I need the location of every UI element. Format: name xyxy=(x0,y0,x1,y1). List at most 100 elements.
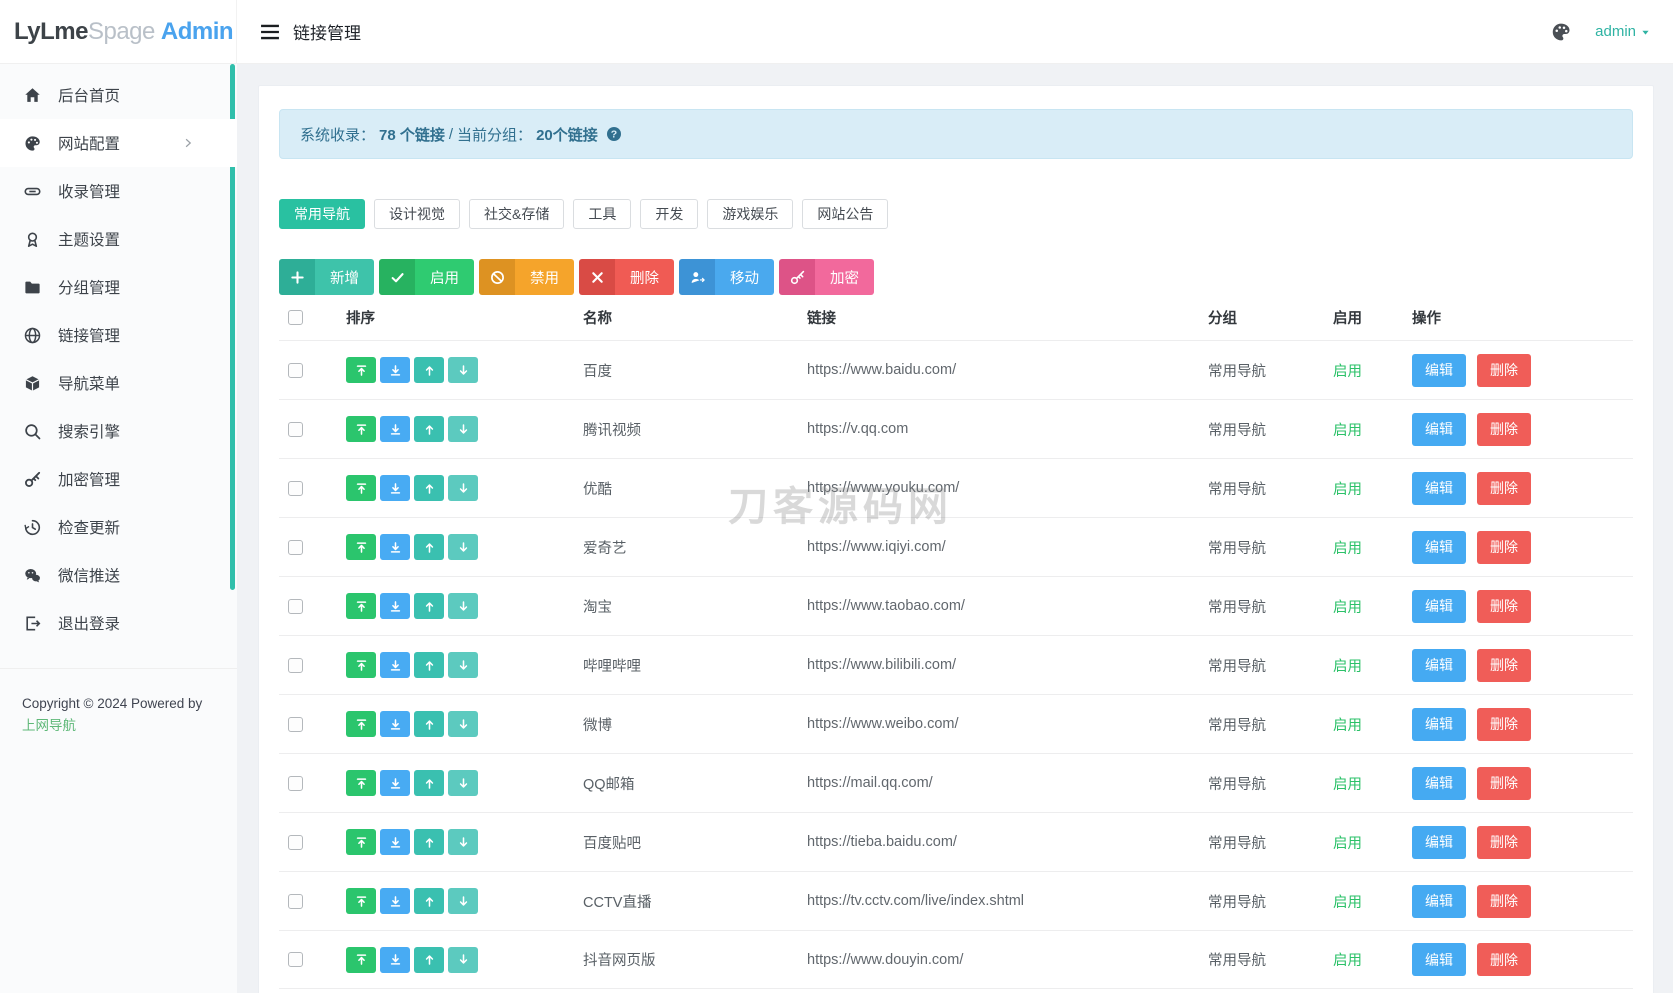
arrow-down-button[interactable] xyxy=(448,416,478,442)
tab-group-2[interactable]: 社交&存储 xyxy=(469,199,565,229)
sidebar-item-home[interactable]: 后台首页 xyxy=(0,71,237,119)
arrow-down-button[interactable] xyxy=(448,770,478,796)
arrow-up-button[interactable] xyxy=(414,711,444,737)
move-bottom-button[interactable] xyxy=(380,534,410,560)
delete-button[interactable]: 删除 xyxy=(1477,943,1532,976)
sidebar-item-links[interactable]: 链接管理 xyxy=(0,311,237,359)
sidebar-item-collect[interactable]: 收录管理 xyxy=(0,167,237,215)
move-top-button[interactable] xyxy=(346,711,376,737)
sidebar-item-wechat-push[interactable]: 微信推送 xyxy=(0,551,237,599)
row-checkbox[interactable] xyxy=(288,598,303,614)
edit-button[interactable]: 编辑 xyxy=(1412,589,1466,623)
edit-button[interactable]: 编辑 xyxy=(1412,943,1466,976)
arrow-up-button[interactable] xyxy=(414,652,444,678)
sidebar-item-search-engine[interactable]: 搜索引擎 xyxy=(0,407,237,455)
tab-group-3[interactable]: 工具 xyxy=(573,199,632,229)
arrow-up-button[interactable] xyxy=(414,888,444,914)
move-bottom-button[interactable] xyxy=(380,652,410,678)
edit-button[interactable]: 编辑 xyxy=(1412,707,1466,741)
edit-button[interactable]: 编辑 xyxy=(1412,825,1466,859)
edit-button[interactable]: 编辑 xyxy=(1412,353,1466,387)
delete-button[interactable]: 删除 xyxy=(1477,412,1532,446)
move-top-button[interactable] xyxy=(346,534,376,560)
arrow-down-button[interactable] xyxy=(448,652,478,678)
move-bottom-button[interactable] xyxy=(380,475,410,501)
tab-group-6[interactable]: 网站公告 xyxy=(802,199,889,229)
move-bottom-button[interactable] xyxy=(380,593,410,619)
arrow-down-button[interactable] xyxy=(448,946,478,973)
row-checkbox[interactable] xyxy=(288,480,303,496)
sidebar-item-theme[interactable]: 主题设置 xyxy=(0,215,237,263)
row-checkbox[interactable] xyxy=(288,834,303,850)
tab-group-5[interactable]: 游戏娱乐 xyxy=(707,199,794,229)
select-all-checkbox[interactable] xyxy=(288,310,303,325)
arrow-down-button[interactable] xyxy=(448,711,478,737)
move-top-button[interactable] xyxy=(346,652,376,678)
edit-button[interactable]: 编辑 xyxy=(1412,530,1466,564)
user-dropdown[interactable]: admin xyxy=(1595,23,1651,40)
arrow-up-button[interactable] xyxy=(414,770,444,796)
move-bottom-button[interactable] xyxy=(380,357,410,383)
tab-group-4[interactable]: 开发 xyxy=(640,199,699,229)
enable-button[interactable]: 启用 xyxy=(379,259,474,295)
move-top-button[interactable] xyxy=(346,888,376,914)
move-top-button[interactable] xyxy=(346,829,376,855)
question-icon[interactable]: ? xyxy=(606,126,622,142)
delete-button[interactable]: 删除 xyxy=(1477,471,1532,505)
arrow-up-button[interactable] xyxy=(414,416,444,442)
arrow-down-button[interactable] xyxy=(448,829,478,855)
edit-button[interactable]: 编辑 xyxy=(1412,766,1466,800)
edit-button[interactable]: 编辑 xyxy=(1412,412,1466,446)
move-button[interactable]: 移动 xyxy=(679,259,774,295)
theme-palette-icon[interactable] xyxy=(1551,22,1571,42)
sidebar-item-nav-menu[interactable]: 导航菜单 xyxy=(0,359,237,407)
edit-button[interactable]: 编辑 xyxy=(1412,884,1466,918)
sidebar-item-encrypt[interactable]: 加密管理 xyxy=(0,455,237,503)
sidebar-item-logout[interactable]: 退出登录 xyxy=(0,599,237,647)
move-bottom-button[interactable] xyxy=(380,770,410,796)
arrow-down-button[interactable] xyxy=(448,888,478,914)
move-bottom-button[interactable] xyxy=(380,829,410,855)
move-bottom-button[interactable] xyxy=(380,711,410,737)
edit-button[interactable]: 编辑 xyxy=(1412,471,1466,505)
encrypt-button[interactable]: 加密 xyxy=(779,259,874,295)
arrow-up-button[interactable] xyxy=(414,593,444,619)
sidebar-item-group[interactable]: 分组管理 xyxy=(0,263,237,311)
move-top-button[interactable] xyxy=(346,475,376,501)
arrow-up-button[interactable] xyxy=(414,357,444,383)
delete-button[interactable]: 删除 xyxy=(579,259,674,295)
move-top-button[interactable] xyxy=(346,416,376,442)
move-top-button[interactable] xyxy=(346,593,376,619)
move-top-button[interactable] xyxy=(346,770,376,796)
disable-button[interactable]: 禁用 xyxy=(479,259,574,295)
delete-button[interactable]: 删除 xyxy=(1477,825,1532,859)
arrow-down-button[interactable] xyxy=(448,534,478,560)
tab-group-0[interactable]: 常用导航 xyxy=(279,199,365,229)
row-checkbox[interactable] xyxy=(288,716,303,732)
edit-button[interactable]: 编辑 xyxy=(1412,648,1466,682)
delete-button[interactable]: 删除 xyxy=(1477,884,1532,918)
arrow-down-button[interactable] xyxy=(448,475,478,501)
delete-button[interactable]: 删除 xyxy=(1477,530,1532,564)
move-bottom-button[interactable] xyxy=(380,888,410,914)
arrow-up-button[interactable] xyxy=(414,829,444,855)
add-button[interactable]: 新增 xyxy=(279,259,374,295)
menu-icon[interactable] xyxy=(259,21,281,43)
arrow-up-button[interactable] xyxy=(414,475,444,501)
row-checkbox[interactable] xyxy=(288,893,303,909)
move-top-button[interactable] xyxy=(346,357,376,383)
delete-button[interactable]: 删除 xyxy=(1477,766,1532,800)
arrow-up-button[interactable] xyxy=(414,946,444,973)
delete-button[interactable]: 删除 xyxy=(1477,648,1532,682)
delete-button[interactable]: 删除 xyxy=(1477,589,1532,623)
arrow-up-button[interactable] xyxy=(414,534,444,560)
arrow-down-button[interactable] xyxy=(448,593,478,619)
copyright-link[interactable]: 上网导航 xyxy=(22,715,76,737)
row-checkbox[interactable] xyxy=(288,775,303,791)
row-checkbox[interactable] xyxy=(288,421,303,437)
sidebar-item-check-update[interactable]: 检查更新 xyxy=(0,503,237,551)
move-top-button[interactable] xyxy=(346,946,376,973)
row-checkbox[interactable] xyxy=(288,657,303,673)
tab-group-1[interactable]: 设计视觉 xyxy=(374,199,460,229)
arrow-down-button[interactable] xyxy=(448,357,478,383)
